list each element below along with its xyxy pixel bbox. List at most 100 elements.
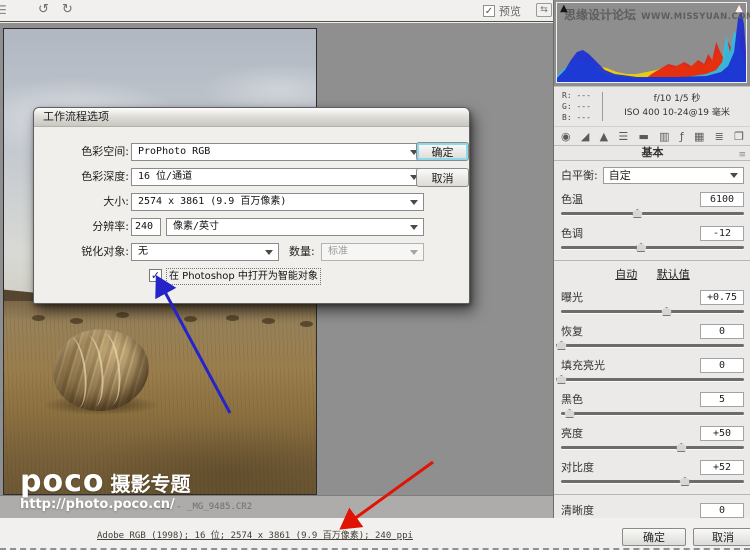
chevron-down-icon [410, 200, 418, 205]
blacks-slider-thumb[interactable] [564, 409, 575, 418]
tint-label: 色调 [561, 225, 583, 241]
clarity-label: 清晰度 [561, 502, 594, 518]
cancel-button[interactable]: 取消 [693, 528, 750, 546]
exposure-slider-thumb[interactable] [661, 307, 672, 316]
exif-line2: ISO 400 10-24@19 毫米 [610, 106, 744, 120]
bottom-bar: Adobe RGB (1998); 16 位; 2574 x 3861 (9.9… [0, 518, 750, 550]
distant-hay-bale [116, 312, 129, 318]
blacks-slider[interactable] [561, 408, 744, 418]
white-balance-label: 白平衡: [561, 167, 598, 183]
dialog-title: 工作流程选项 [34, 108, 469, 127]
camera-calibration-tab[interactable]: ▦ [694, 130, 704, 143]
temperature-slider[interactable] [561, 208, 744, 218]
contrast-slider-thumb[interactable] [679, 477, 690, 486]
panel-tabs: ◉ ◢ ▲ ☰ ▬ ▥ ƒ ▦ ≣ ❐ [554, 126, 750, 146]
sharpen-for-select[interactable]: 无 [131, 243, 279, 261]
chevron-down-icon [730, 173, 738, 178]
rotate-left-icon[interactable]: ↺ [38, 2, 49, 17]
presets-tab[interactable]: ≣ [715, 130, 724, 143]
slider-tint: 色调 -12 [561, 225, 744, 252]
recovery-slider-thumb[interactable] [556, 341, 567, 350]
detail-tab[interactable]: ▲ [600, 130, 608, 143]
contrast-label: 对比度 [561, 459, 594, 475]
effects-tab[interactable]: ƒ [680, 130, 684, 143]
brightness-value[interactable]: +50 [700, 426, 744, 441]
slider-exposure: 曝光+0.75 [561, 289, 744, 316]
fill-light-slider[interactable] [561, 374, 744, 384]
smart-object-label: 在 Photoshop 中打开为智能对象 [166, 268, 321, 285]
snapshots-tab[interactable]: ❐ [734, 130, 744, 143]
blacks-label: 黑色 [561, 391, 583, 407]
camera-raw-window: ☰ ↺ ↻ ✓ 预览 ⇆ I [0, 0, 750, 550]
panel-menu-icon[interactable]: ≡ [738, 148, 746, 162]
resolution-unit-select[interactable]: 像素/英寸 [166, 218, 424, 236]
contrast-slider[interactable] [561, 476, 744, 486]
fill-light-label: 填充亮光 [561, 357, 605, 373]
basic-controls: 白平衡: 自定 色温6100色调-12 自动 默认值 曝光+0.75恢复0填充亮… [554, 161, 750, 518]
resolution-input[interactable]: 240 [131, 218, 161, 236]
chevron-down-icon [410, 225, 418, 230]
size-label: 大小: [49, 193, 129, 211]
fill-light-value[interactable]: 0 [700, 358, 744, 373]
distant-hay-bale [226, 315, 239, 321]
dialog-cancel-button[interactable]: 取消 [416, 168, 469, 187]
histogram-info: R: ---G: ---B: --- f/10 1/5 秒 ISO 400 10… [554, 86, 750, 126]
distant-hay-bale [70, 318, 83, 324]
tint-value[interactable]: -12 [700, 226, 744, 241]
exposure-slider[interactable] [561, 306, 744, 316]
fill-light-slider-thumb[interactable] [556, 375, 567, 384]
temperature-slider-thumb[interactable] [632, 209, 643, 218]
divider [602, 92, 603, 121]
brightness-label: 亮度 [561, 425, 583, 441]
slider-blacks: 黑色 5 [561, 391, 744, 418]
tint-slider-thumb[interactable] [636, 243, 647, 252]
temperature-label: 色温 [561, 191, 583, 207]
toggle-fullscreen-icon[interactable]: ⇆ [536, 3, 552, 17]
basic-panel-header: 基本 ≡ [554, 146, 750, 161]
toolbar: ☰ ↺ ↻ ✓ 预览 ⇆ [0, 0, 553, 22]
contrast-value[interactable]: +52 [700, 460, 744, 475]
slider-brightness: 亮度 +50 [561, 425, 744, 452]
chevron-down-icon [410, 250, 418, 255]
temperature-value[interactable]: 6100 [700, 192, 744, 207]
color-depth-select[interactable]: 16 位/通道 [131, 168, 424, 186]
size-select[interactable]: 2574 x 3861 (9.9 百万像素) [131, 193, 424, 211]
shadow-clipping-indicator[interactable]: ▲ [560, 4, 568, 14]
open-image-button[interactable]: 确定 [622, 528, 686, 546]
basic-tab[interactable]: ◉ [561, 130, 571, 143]
clarity-value[interactable]: 0 [700, 503, 744, 518]
smart-object-checkbox[interactable]: ✓ [149, 269, 162, 282]
checkbox-check-icon: ✓ [483, 5, 495, 17]
brightness-slider-thumb[interactable] [676, 443, 687, 452]
default-link[interactable]: 默认值 [657, 268, 690, 281]
preview-checkbox[interactable]: ✓ 预览 [483, 3, 521, 19]
recovery-value[interactable]: 0 [700, 324, 744, 339]
rotate-right-icon[interactable]: ↻ [62, 2, 73, 17]
color-space-select[interactable]: ProPhoto RGB [131, 143, 424, 161]
white-balance-select[interactable]: 自定 [603, 167, 744, 184]
tone-curve-tab[interactable]: ◢ [581, 130, 589, 143]
blacks-value[interactable]: 5 [700, 392, 744, 407]
cropped-tool-icon: ☰ [0, 3, 7, 17]
split-toning-tab[interactable]: ▬ [638, 130, 648, 143]
exposure-value[interactable]: +0.75 [700, 290, 744, 305]
lens-corrections-tab[interactable]: ▥ [659, 130, 669, 143]
amount-select: 标准 [321, 243, 424, 261]
slider-fill-light: 填充亮光 0 [561, 357, 744, 384]
dialog-ok-button[interactable]: 确定 [416, 142, 469, 161]
adjustments-panel: ▲ ▲ 思缘设计论坛 WWW.MISSYUAN.COM R: ---G: ---… [553, 0, 750, 518]
distant-hay-bale [32, 315, 45, 321]
hsl-grayscale-tab[interactable]: ☰ [618, 130, 628, 143]
brightness-slider[interactable] [561, 442, 744, 452]
auto-link[interactable]: 自动 [615, 268, 637, 281]
tint-slider[interactable] [561, 242, 744, 252]
color-depth-label: 色彩深度: [49, 168, 129, 186]
poco-url: http://photo.poco.cn/ [20, 497, 190, 512]
recovery-slider[interactable] [561, 340, 744, 350]
workflow-options-dialog: 工作流程选项 色彩空间: ProPhoto RGB 色彩深度: 16 位/通道 … [33, 107, 470, 304]
poco-title: 摄影专题 [110, 472, 190, 496]
divider [554, 494, 750, 495]
distant-hay-bale [300, 321, 313, 327]
workflow-options-link[interactable]: Adobe RGB (1998); 16 位; 2574 x 3861 (9.9… [97, 528, 413, 541]
highlight-clipping-indicator[interactable]: ▲ [735, 4, 743, 14]
